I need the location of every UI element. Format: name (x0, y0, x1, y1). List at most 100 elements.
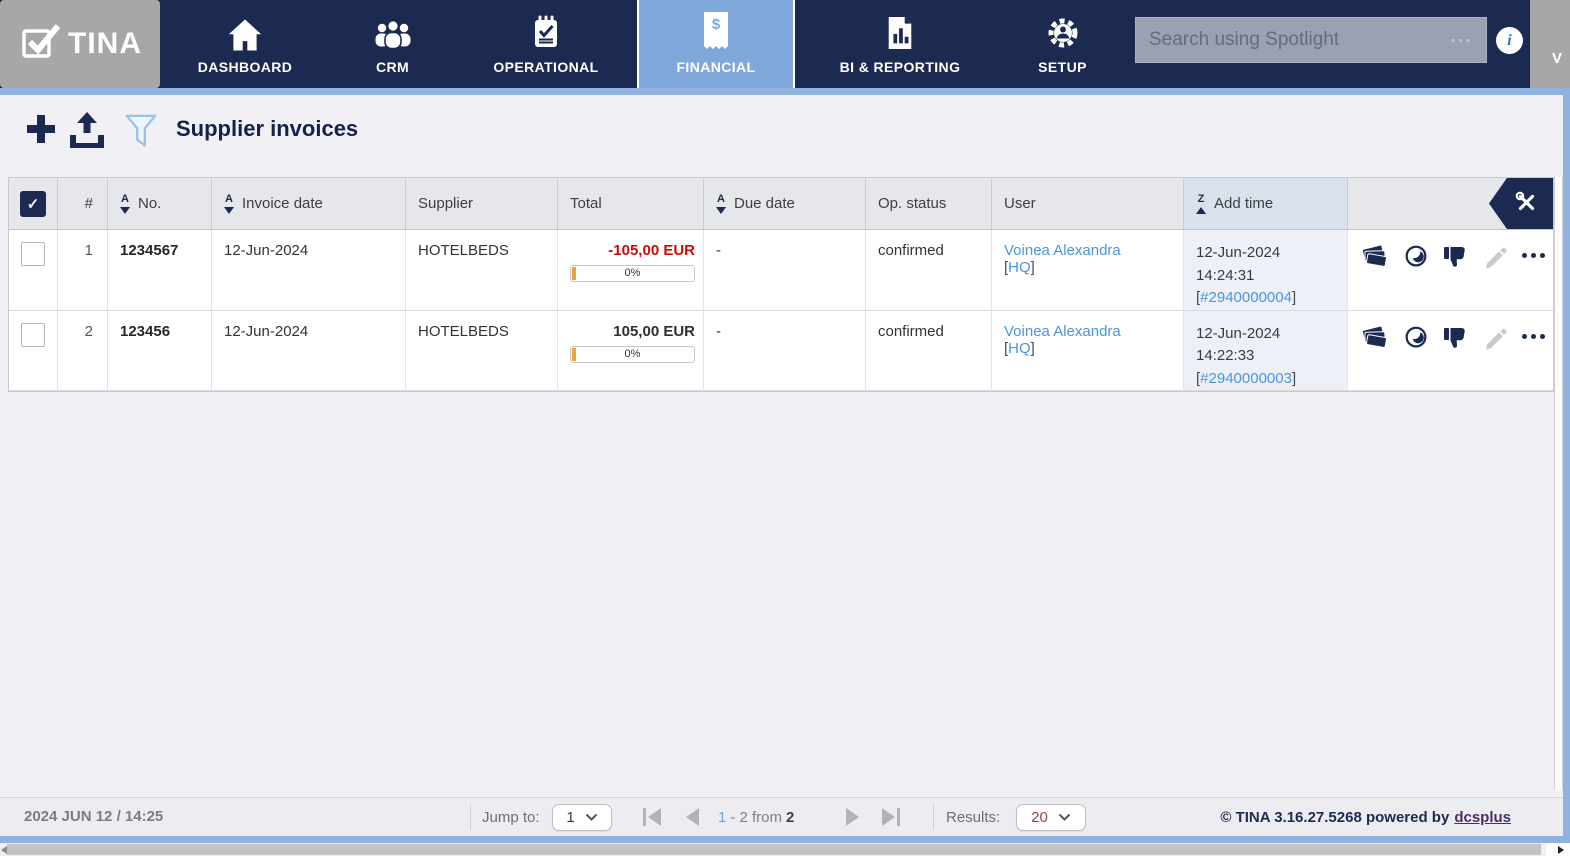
row-checkbox[interactable] (21, 323, 45, 347)
upload-icon (66, 137, 108, 154)
tab-label: FINANCIAL (676, 59, 755, 75)
filter-button[interactable] (124, 113, 158, 156)
search-more-icon[interactable]: ... (1450, 25, 1473, 48)
view-eye-icon[interactable] (1402, 325, 1430, 351)
horizontal-scrollbar[interactable] (0, 843, 1570, 856)
prev-page-button[interactable] (686, 808, 699, 826)
tab-bi-reporting[interactable]: BI & REPORTING (795, 0, 1005, 88)
header-user[interactable]: User (992, 178, 1184, 230)
table-row: 2 123456 12-Jun-2024 HOTELBEDS 105,00 EU… (9, 311, 1553, 392)
cell-supplier: HOTELBEDS (406, 230, 558, 311)
supplier-invoices-table: ✓ # A No. A Invoice date Supplier Total … (8, 177, 1554, 392)
record-ref-link[interactable]: #2940000003 (1200, 370, 1292, 387)
cell-op-status: confirmed (866, 311, 992, 392)
progress-label: 0% (571, 347, 694, 362)
edit-pencil-icon[interactable] (1482, 325, 1510, 353)
payment-money-icon[interactable] (1360, 325, 1390, 351)
app-logo[interactable]: TINA (0, 0, 160, 88)
header-total[interactable]: Total (558, 178, 704, 230)
total-amount: -105,00 EUR (608, 242, 695, 259)
sort-az-icon: A (120, 194, 130, 214)
footer-divider (933, 804, 934, 830)
cell-add-time: 12-Jun-2024 14:24:31 [#2940000004] (1184, 230, 1348, 311)
tab-label: DASHBOARD (198, 59, 293, 75)
user-link[interactable]: Voinea Alexandra (1004, 242, 1121, 259)
svg-text:$: $ (712, 16, 721, 33)
bottom-blue-strip (0, 836, 1570, 843)
record-ref-link[interactable]: #2940000004 (1200, 289, 1292, 306)
tab-label: OPERATIONAL (493, 59, 598, 75)
table-row: 1 1234567 12-Jun-2024 HOTELBEDS -105,00 … (9, 230, 1553, 311)
header-supplier[interactable]: Supplier (406, 178, 558, 230)
plus-icon (22, 135, 60, 152)
tab-label: BI & REPORTING (840, 59, 961, 75)
next-page-button[interactable] (846, 808, 859, 826)
cell-user: Voinea Alexandra [HQ] (992, 230, 1184, 311)
user-menu-text: V (1552, 50, 1562, 67)
jump-to-label: Jump to: (482, 809, 540, 826)
cell-index: 2 (58, 311, 108, 392)
cell-total: 105,00 EUR 0% (558, 311, 704, 392)
table-vertical-scrollbar[interactable] (1554, 177, 1563, 790)
results-per-page-select[interactable]: 20 (1016, 804, 1086, 831)
receipt-dollar-icon: $ (701, 10, 731, 52)
tab-financial[interactable]: $ FINANCIAL (637, 0, 795, 88)
more-actions-icon[interactable] (1522, 334, 1545, 339)
chevron-down-icon (585, 809, 598, 826)
cell-due-date: - (704, 230, 866, 311)
scrollbar-thumb[interactable] (7, 844, 1541, 855)
footer-divider (470, 804, 471, 830)
header-due-date[interactable]: A Due date (704, 178, 866, 230)
tab-crm[interactable]: CRM (330, 0, 455, 88)
cell-supplier: HOTELBEDS (406, 311, 558, 392)
reject-thumbs-down-icon[interactable] (1442, 244, 1470, 272)
org-link[interactable]: HQ (1008, 259, 1031, 276)
more-actions-icon[interactable] (1522, 253, 1545, 258)
info-icon[interactable]: i (1496, 27, 1523, 54)
sort-za-icon: Z (1196, 194, 1206, 214)
header-op-status[interactable]: Op. status (866, 178, 992, 230)
dcsplus-link[interactable]: dcsplus (1454, 809, 1511, 826)
header-invoice-date[interactable]: A Invoice date (212, 178, 406, 230)
logo-text: TINA (68, 27, 142, 61)
home-icon (226, 10, 264, 52)
results-label: Results: (946, 809, 1000, 826)
logo-checkbox-icon (18, 22, 62, 67)
column-settings-button[interactable] (1489, 178, 1553, 229)
row-checkbox[interactable] (21, 242, 45, 266)
footer-bar: 2024 JUN 12 / 14:25 Jump to: 1 1- 2 from… (0, 797, 1563, 836)
payment-progress-bar: 0% (570, 265, 695, 282)
crossed-tools-icon (1512, 188, 1540, 220)
copyright-text: © TINA 3.16.27.5268 powered bydcsplus (1220, 809, 1511, 826)
select-all-checkbox[interactable]: ✓ (20, 191, 46, 217)
edit-pencil-icon[interactable] (1482, 244, 1510, 272)
search-input[interactable] (1135, 17, 1487, 63)
header-add-time[interactable]: Z Add time (1184, 178, 1348, 230)
tab-operational[interactable]: OPERATIONAL (455, 0, 637, 88)
gear-user-icon (1044, 10, 1082, 52)
add-invoice-button[interactable] (22, 110, 60, 153)
reject-thumbs-down-icon[interactable] (1442, 325, 1470, 353)
user-link[interactable]: Voinea Alexandra (1004, 323, 1121, 340)
cell-op-status: confirmed (866, 230, 992, 311)
sort-az-icon: A (224, 194, 234, 214)
scroll-right-arrow-icon[interactable] (1558, 846, 1564, 854)
cell-due-date: - (704, 311, 866, 392)
tab-dashboard[interactable]: DASHBOARD (160, 0, 330, 88)
payment-money-icon[interactable] (1360, 244, 1390, 270)
header-no[interactable]: A No. (108, 178, 212, 230)
clipboard-check-icon (528, 10, 564, 52)
jump-to-select[interactable]: 1 (552, 804, 612, 831)
row-checkbox-cell (9, 230, 58, 311)
org-link[interactable]: HQ (1008, 340, 1031, 357)
tab-label: SETUP (1038, 59, 1087, 75)
view-eye-icon[interactable] (1402, 244, 1430, 270)
spotlight-search: ... (1135, 17, 1487, 63)
last-page-button[interactable] (882, 808, 900, 826)
import-upload-button[interactable] (66, 110, 108, 155)
pagination-status: 1- 2 from2 (718, 809, 794, 826)
tab-setup[interactable]: SETUP (1005, 0, 1120, 88)
progress-label: 0% (571, 266, 694, 281)
first-page-button[interactable] (643, 808, 661, 826)
user-menu-truncated[interactable]: V (1530, 0, 1570, 88)
